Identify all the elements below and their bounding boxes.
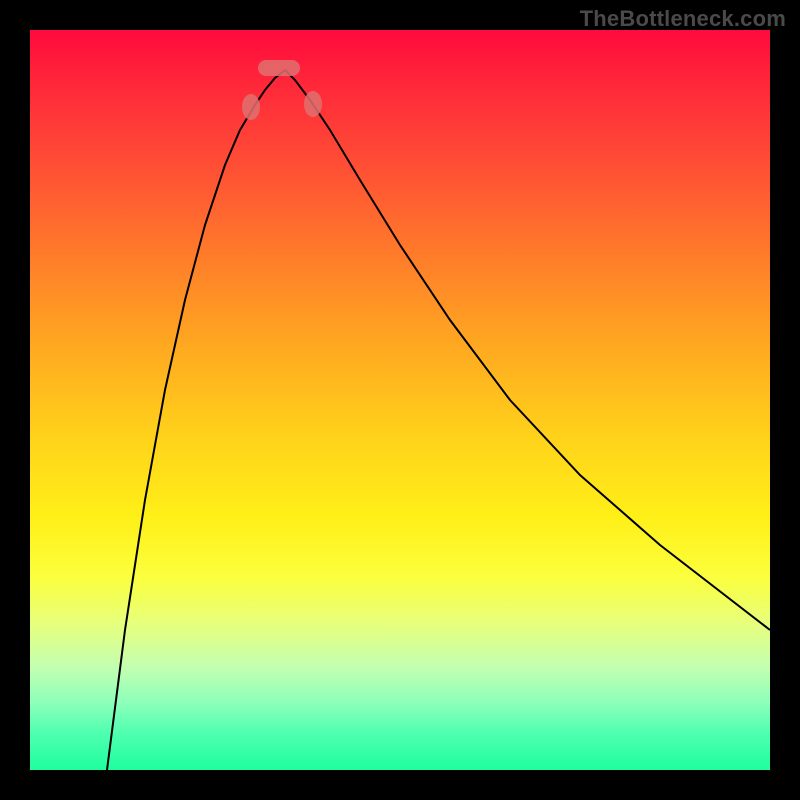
curve-right-branch xyxy=(285,70,770,630)
chart-svg xyxy=(30,30,770,770)
marker-pill xyxy=(258,60,300,76)
watermark-text: TheBottleneck.com xyxy=(580,6,786,32)
curve-left-branch xyxy=(107,70,285,770)
marker-dot xyxy=(242,94,260,120)
plot-area xyxy=(30,30,770,770)
marker-dot xyxy=(304,91,322,117)
markers-group xyxy=(242,60,322,120)
chart-frame: TheBottleneck.com xyxy=(0,0,800,800)
